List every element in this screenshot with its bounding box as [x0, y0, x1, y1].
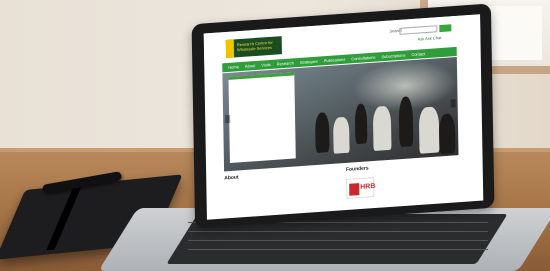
- site-logo-text: Research Centre for Wholesale Services: [236, 39, 273, 53]
- keyboard-row: [187, 231, 489, 232]
- laptop-screen: Research Centre for Wholesale Services S…: [203, 14, 484, 220]
- founder-logo-mark: [349, 183, 360, 196]
- audience-person: [314, 112, 330, 154]
- founder-description: [380, 169, 460, 175]
- nav-item-contact[interactable]: Contact: [408, 51, 428, 57]
- about-section: About: [224, 168, 335, 220]
- search-button[interactable]: [439, 24, 452, 33]
- founder-logo-text: HRB: [360, 182, 376, 192]
- hero-caption-box: [228, 72, 296, 164]
- audience-person: [398, 96, 414, 148]
- nav-item-visits[interactable]: Visits: [258, 62, 274, 68]
- hero-slider: [222, 56, 459, 172]
- nav-item-strategies[interactable]: Strategies: [297, 58, 321, 65]
- nav-item-consultations[interactable]: Consultations: [348, 54, 378, 62]
- search-input[interactable]: [399, 25, 438, 35]
- nav-item-about[interactable]: About: [242, 63, 259, 69]
- nav-item-home[interactable]: Home: [225, 64, 242, 70]
- nav-item-publications[interactable]: Publications: [321, 57, 349, 64]
- nav-item-subscriptions[interactable]: Subscriptions: [378, 52, 408, 60]
- founder-logo[interactable]: HRB: [346, 177, 376, 199]
- audience-person: [372, 105, 392, 151]
- hero-caption-body: [232, 82, 292, 86]
- audience-person: [354, 103, 368, 145]
- slider-next-arrow-icon[interactable]: [450, 99, 456, 108]
- audience-person: [438, 113, 456, 155]
- site-logo[interactable]: Research Centre for Wholesale Services: [225, 36, 282, 59]
- nav-item-research[interactable]: Research: [274, 60, 297, 67]
- audience-person: [333, 116, 350, 154]
- audience-person: [418, 106, 440, 154]
- keyboard-row: [187, 249, 489, 250]
- hero-caption-title[interactable]: [232, 79, 292, 83]
- photo-scene: Research Centre for Wholesale Services S…: [0, 0, 550, 271]
- keyboard-row: [187, 240, 489, 241]
- header-link[interactable]: Ask Ask Chat: [418, 35, 442, 42]
- slider-prev-arrow-icon[interactable]: [225, 114, 231, 124]
